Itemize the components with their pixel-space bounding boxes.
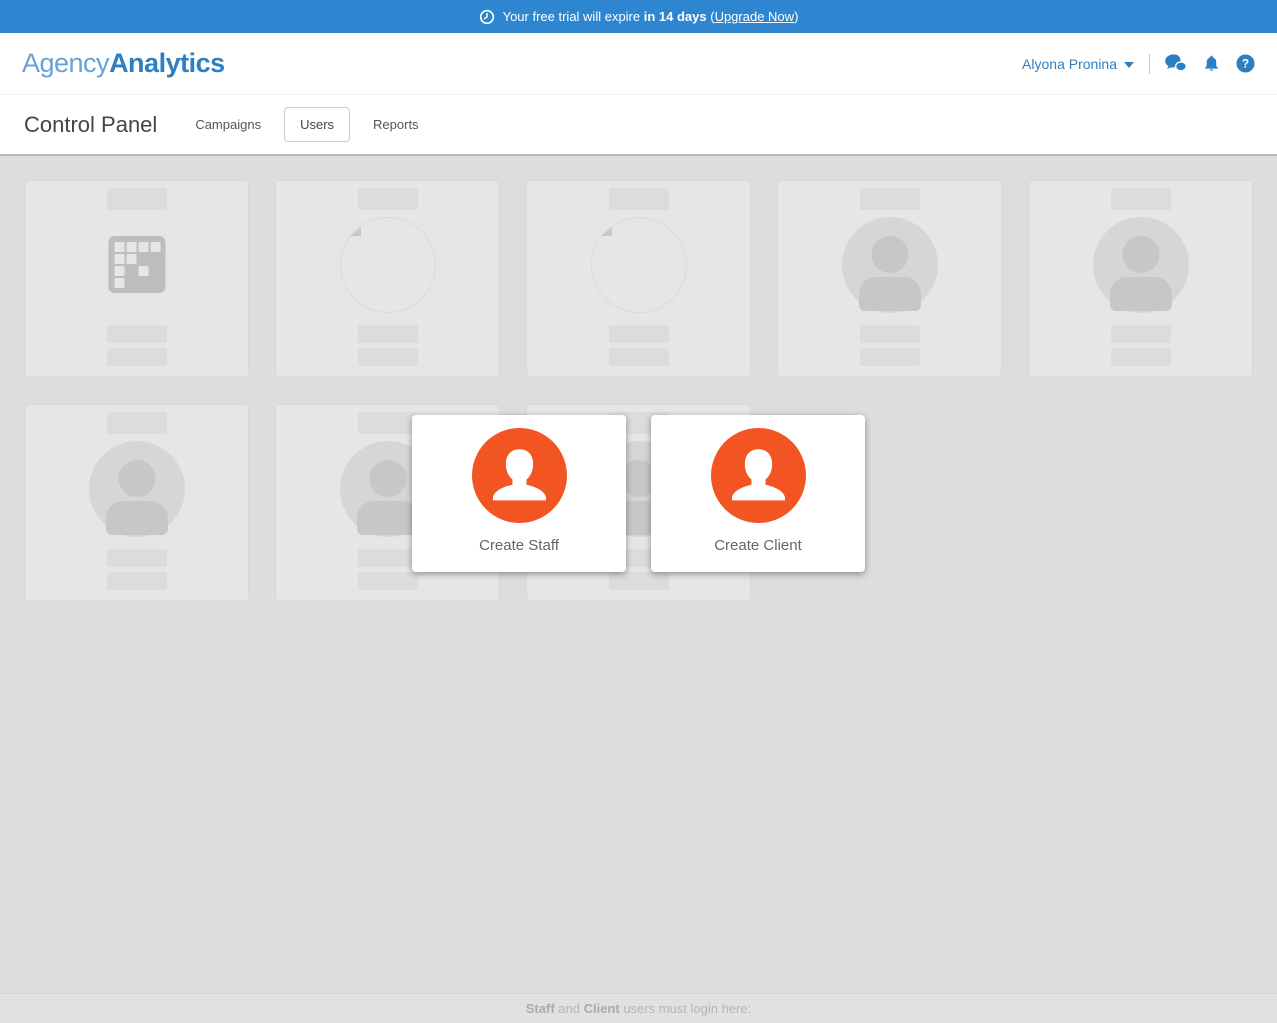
avatar-torso	[357, 501, 419, 535]
logo-agency: Agency	[22, 48, 109, 78]
skeleton-text-bar	[358, 348, 418, 366]
avatar-torso	[106, 501, 168, 535]
tab-reports[interactable]: Reports	[371, 108, 421, 141]
bell-icon	[1202, 54, 1221, 73]
skeleton-title-bar	[358, 412, 418, 434]
skeleton-text-bar	[107, 325, 167, 343]
user-menu[interactable]: Alyona Pronina	[1022, 56, 1134, 72]
banner-text: Your free trial will expire in 14 days (…	[503, 9, 799, 24]
skeleton-title-bar	[860, 188, 920, 210]
placeholder-card-grid	[24, 180, 249, 377]
skeleton-text-bar	[609, 325, 669, 343]
skeleton-title-bar	[107, 412, 167, 434]
tab-list: Campaigns Users Reports	[193, 107, 420, 142]
header-divider	[1149, 54, 1150, 74]
skeleton-text-bar	[107, 549, 167, 567]
help-icon: ?	[1236, 54, 1255, 73]
avatar-placeholder	[1093, 217, 1189, 313]
user-icon	[711, 428, 806, 523]
svg-text:?: ?	[1242, 57, 1249, 71]
image-placeholder	[591, 217, 687, 313]
avatar-placeholder	[842, 217, 938, 313]
create-client-card[interactable]: Create Client	[651, 415, 865, 572]
page: Your free trial will expire in 14 days (…	[0, 0, 1277, 1023]
create-client-label: Create Client	[651, 537, 865, 554]
footer: Staff and Client users must login here:	[0, 993, 1277, 1023]
user-icon	[472, 428, 567, 523]
placeholder-card-avatar	[1028, 180, 1253, 377]
banner-days: in 14 days	[644, 9, 707, 24]
chat-icon	[1165, 54, 1187, 73]
placeholder-row	[0, 404, 1277, 601]
agency-analytics-logo[interactable]: AgencyAnalytics	[22, 48, 225, 79]
placeholder-card-image	[275, 180, 500, 377]
create-staff-label: Create Staff	[412, 537, 626, 554]
broken-image-icon	[350, 227, 361, 236]
chat-button[interactable]	[1165, 54, 1187, 73]
avatar-torso	[859, 277, 921, 311]
skeleton-title-bar	[609, 188, 669, 210]
app-header: AgencyAnalytics Alyona Pronina	[0, 33, 1277, 95]
control-panel-navbar: Control Panel Campaigns Users Reports	[0, 95, 1277, 156]
skeleton-text-bar	[609, 348, 669, 366]
skeleton-text-bar	[358, 572, 418, 590]
tab-campaigns[interactable]: Campaigns	[193, 108, 263, 141]
skeleton-text-bar	[609, 572, 669, 590]
avatar-head	[369, 460, 406, 497]
skeleton-text-bar	[358, 549, 418, 567]
header-actions: Alyona Pronina ?	[1022, 54, 1255, 74]
upgrade-now-link[interactable]: Upgrade Now	[715, 9, 795, 24]
skeleton-title-bar	[358, 188, 418, 210]
avatar-torso	[1110, 277, 1172, 311]
skeleton-text-bar	[860, 348, 920, 366]
page-title: Control Panel	[24, 112, 157, 138]
placeholder-card-avatar	[24, 404, 249, 601]
help-button[interactable]: ?	[1236, 54, 1255, 73]
logo-analytics: Analytics	[109, 48, 225, 78]
notifications-button[interactable]	[1202, 54, 1221, 73]
skeleton-text-bar	[107, 348, 167, 366]
placeholder-card-avatar	[777, 180, 1002, 377]
skeleton-text-bar	[1111, 325, 1171, 343]
trial-banner: Your free trial will expire in 14 days (…	[0, 0, 1277, 33]
skeleton-title-bar	[1111, 188, 1171, 210]
avatar-head	[118, 460, 155, 497]
chevron-down-icon	[1124, 62, 1134, 68]
placeholder-row	[0, 156, 1277, 377]
image-placeholder	[340, 217, 436, 313]
create-staff-card[interactable]: Create Staff	[412, 415, 626, 572]
avatar-head	[1122, 236, 1159, 273]
skeleton-title-bar	[107, 188, 167, 210]
skeleton-text-bar	[1111, 348, 1171, 366]
skeleton-text-bar	[358, 325, 418, 343]
user-name: Alyona Pronina	[1022, 56, 1117, 72]
content-area: Create Staff Create Client	[0, 156, 1277, 993]
avatar-head	[871, 236, 908, 273]
tab-users[interactable]: Users	[284, 107, 350, 142]
clock-icon	[479, 9, 495, 25]
footer-text: Staff and Client users must login here:	[526, 1001, 751, 1016]
skeleton-text-bar	[860, 325, 920, 343]
placeholder-card-image	[526, 180, 751, 377]
skeleton-text-bar	[107, 572, 167, 590]
grid-icon	[108, 236, 165, 293]
broken-image-icon	[601, 227, 612, 236]
avatar-placeholder	[89, 441, 185, 537]
